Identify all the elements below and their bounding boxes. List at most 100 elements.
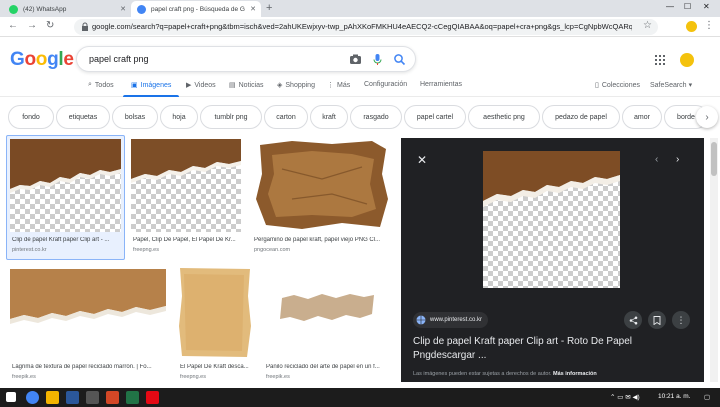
browser-tab-strip: (42) WhatsApp ✕ papel craft png - Búsque…: [0, 0, 720, 17]
search-icon: ⌕: [88, 81, 92, 88]
logo-letter: e: [63, 49, 74, 70]
forward-arrow-icon[interactable]: →: [27, 20, 37, 31]
tab-videos[interactable]: ▶ Videos: [186, 81, 216, 90]
image-result[interactable]: Clip de papel Kraft paper Clip art - ...…: [10, 139, 122, 257]
chevron-left-icon[interactable]: ‹: [655, 154, 658, 165]
chip[interactable]: fondo: [8, 105, 54, 129]
source-link[interactable]: www.pinterest.co.kr: [413, 312, 489, 328]
maximize-icon[interactable]: ☐: [684, 2, 691, 11]
result-thumbnail[interactable]: [178, 266, 252, 359]
back-arrow-icon[interactable]: ←: [8, 20, 18, 31]
tab-shopping[interactable]: ◈ Shopping: [277, 81, 315, 90]
netflix-icon[interactable]: [146, 391, 159, 404]
excel-icon[interactable]: [126, 391, 139, 404]
chip[interactable]: papel cartel: [404, 105, 466, 129]
result-thumbnail[interactable]: [131, 139, 241, 232]
search-icon[interactable]: [393, 53, 406, 66]
chip-label: kraft: [322, 113, 336, 121]
image-result[interactable]: El Papel De Kraft desca... freepng.es: [178, 266, 256, 384]
tab-mas[interactable]: ⋮ Más: [327, 81, 350, 90]
clock[interactable]: 10:21 a. m.: [658, 393, 691, 400]
browser-tab-search[interactable]: papel craft png - Búsqueda de G ✕: [131, 1, 261, 17]
chips-next-button[interactable]: ›: [696, 106, 718, 128]
bookmark-icon: ▯: [595, 82, 599, 89]
result-title[interactable]: El Papel De Kraft desca...: [180, 364, 254, 370]
page-scrollbar[interactable]: [710, 138, 718, 382]
google-logo[interactable]: Google: [10, 49, 74, 71]
more-info-link[interactable]: Más información: [553, 371, 597, 377]
result-title[interactable]: Pañilo reciclado del arte de papel en un…: [266, 364, 390, 370]
chip[interactable]: carton: [264, 105, 308, 129]
save-button[interactable]: [648, 311, 666, 329]
windows-start-icon[interactable]: [6, 392, 16, 402]
result-title[interactable]: Lágrima de textura de papel reciclado ma…: [12, 364, 168, 370]
lock-icon: [82, 22, 88, 31]
menu-dots-icon[interactable]: ⋮: [704, 20, 714, 31]
chip[interactable]: hoja: [160, 105, 198, 129]
parchment-image: [256, 141, 388, 229]
profile-avatar[interactable]: [686, 21, 697, 32]
tab-noticias[interactable]: ▤ Noticias: [229, 81, 264, 90]
apps-grid-icon[interactable]: [655, 55, 665, 65]
collections-link[interactable]: ▯ Colecciones: [595, 81, 640, 90]
result-title[interactable]: Pergamino de papel kraft, papel viejo PN…: [254, 237, 390, 243]
result-title[interactable]: Papel, Clip De Papel, El Papel De Kr...: [133, 237, 243, 243]
chip-label: etiquetas: [68, 113, 98, 121]
tools-link[interactable]: Herramientas: [420, 81, 462, 88]
preview-title[interactable]: Clip de papel Kraft paper Clip art - Rot…: [413, 335, 693, 363]
browser-tab-whatsapp[interactable]: (42) WhatsApp ✕: [3, 1, 131, 17]
settings-link[interactable]: Configuración: [364, 81, 407, 88]
chip[interactable]: bolsas: [112, 105, 158, 129]
chip[interactable]: kraft: [310, 105, 348, 129]
more-options-button[interactable]: ⋮: [672, 311, 690, 329]
chip[interactable]: pedazo de papel: [542, 105, 620, 129]
close-icon[interactable]: ✕: [417, 153, 427, 167]
minimize-icon[interactable]: —: [666, 2, 674, 11]
close-tab-icon[interactable]: ✕: [120, 5, 126, 13]
tab-imagenes[interactable]: ▣ Imágenes: [131, 81, 171, 90]
chip[interactable]: amor: [622, 105, 662, 129]
tab-todos[interactable]: ⌕ Todos: [88, 81, 114, 89]
bookmark-star-icon[interactable]: ☆: [643, 20, 652, 31]
reload-icon[interactable]: ↻: [46, 20, 54, 31]
close-window-icon[interactable]: ✕: [703, 2, 710, 11]
notification-icon[interactable]: ▢: [704, 393, 710, 401]
preview-image[interactable]: [483, 151, 620, 288]
close-tab-icon[interactable]: ✕: [250, 5, 256, 13]
chip[interactable]: aesthetic png: [468, 105, 540, 129]
chip[interactable]: etiquetas: [56, 105, 110, 129]
camera-icon[interactable]: [349, 53, 362, 66]
result-thumbnail[interactable]: [252, 139, 391, 232]
tab-label: Noticias: [238, 81, 264, 89]
result-thumbnail[interactable]: [10, 266, 166, 359]
search-input[interactable]: papel craft png: [89, 54, 149, 64]
word-icon[interactable]: [66, 391, 79, 404]
image-result[interactable]: Pañilo reciclado del arte de papel en un…: [264, 266, 392, 384]
app-icon[interactable]: [86, 391, 99, 404]
address-bar[interactable]: google.com/search?q=papel+craft+png&tbm=…: [74, 19, 658, 35]
tray-icons[interactable]: ⌃ ▭ ✉ ◀): [610, 393, 640, 401]
share-button[interactable]: [624, 311, 642, 329]
search-box[interactable]: papel craft png: [76, 46, 416, 72]
chip[interactable]: tumblr png: [200, 105, 262, 129]
new-tab-button[interactable]: +: [266, 2, 272, 14]
microphone-icon[interactable]: [371, 53, 384, 66]
powerpoint-icon[interactable]: [106, 391, 119, 404]
chrome-icon[interactable]: [26, 391, 39, 404]
scrollbar-thumb[interactable]: [711, 142, 717, 176]
image-result[interactable]: Pergamino de papel kraft, papel viejo PN…: [252, 139, 392, 257]
image-result[interactable]: Lágrima de textura de papel reciclado ma…: [10, 266, 168, 384]
chevron-right-icon[interactable]: ›: [676, 154, 679, 165]
chip[interactable]: rasgado: [350, 105, 402, 129]
result-source: freepik.es: [12, 374, 36, 380]
result-thumbnail[interactable]: [264, 266, 389, 359]
chip-label: bolsas: [124, 113, 146, 121]
file-explorer-icon[interactable]: [46, 391, 59, 404]
account-avatar[interactable]: [680, 53, 694, 67]
source-domain: www.pinterest.co.kr: [430, 317, 483, 323]
result-title[interactable]: Clip de papel Kraft paper Clip art - ...: [12, 237, 122, 243]
image-preview-panel: ✕ ‹ › www.pinterest.co.kr ⋮ Clip de pape…: [401, 138, 704, 382]
safesearch-toggle[interactable]: SafeSearch ▾: [650, 81, 695, 90]
image-result[interactable]: Papel, Clip De Papel, El Papel De Kr... …: [131, 139, 243, 257]
result-thumbnail[interactable]: [10, 139, 121, 232]
